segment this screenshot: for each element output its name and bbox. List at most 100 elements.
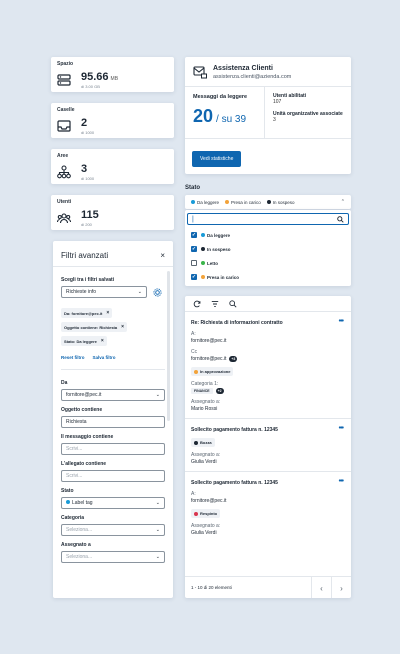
assigned-value: Giulia Verdi bbox=[191, 459, 217, 465]
stat-title: Aree bbox=[57, 153, 69, 159]
pagination: 1 - 10 di 20 elementi ‹ › bbox=[185, 576, 351, 598]
more-options-icon[interactable]: ••• bbox=[339, 318, 344, 325]
attachment-label: L'allegato contiene bbox=[61, 461, 107, 467]
view-stats-button[interactable]: Vedi statistiche bbox=[192, 151, 242, 167]
cc-label: Cc bbox=[191, 349, 198, 355]
scrollbar[interactable] bbox=[167, 271, 170, 421]
status-dot bbox=[201, 261, 205, 265]
next-page-button[interactable]: › bbox=[331, 577, 351, 598]
more-options-icon[interactable]: ••• bbox=[339, 478, 344, 485]
status-option[interactable]: ✓ In sospeso bbox=[185, 242, 351, 256]
status-badge: Respinto bbox=[191, 509, 221, 518]
status-search-input[interactable]: | bbox=[187, 213, 349, 225]
pagination-info: 1 - 10 di 20 elementi bbox=[191, 585, 232, 590]
assigned-label: Assegnato a: bbox=[191, 399, 221, 405]
gear-icon[interactable] bbox=[153, 287, 162, 297]
chevron-up-icon[interactable]: ⌃ bbox=[341, 199, 345, 205]
org-units-label: Unità organizzative associate bbox=[273, 111, 343, 117]
to-value: fornitore@pec.it bbox=[191, 338, 227, 344]
unread-label: Messaggi da leggere bbox=[193, 94, 248, 100]
filter-tag: Oggetto contiene: Richiesta × bbox=[61, 322, 128, 332]
state-select[interactable]: Label tag ⌄ bbox=[61, 497, 165, 509]
status-option[interactable]: Letto bbox=[185, 256, 351, 270]
mail-item[interactable]: Sollecito pagamento fattura n. 12345 •••… bbox=[185, 472, 351, 542]
advanced-filters-panel: Filtri avanzati × Scegli tra i filtri sa… bbox=[53, 241, 173, 598]
category-label: Categoria 1: bbox=[191, 381, 219, 387]
status-dot bbox=[225, 200, 230, 204]
cc-value: fornitore@pec.it bbox=[191, 356, 227, 362]
status-multiselect[interactable]: Da leggere Presa in carico In sospeso ⌃ bbox=[185, 195, 351, 209]
assigned-label: Assegnato a: bbox=[191, 523, 221, 529]
category-tag: FINANCE bbox=[191, 388, 213, 394]
users-icon bbox=[57, 213, 71, 224]
search-icon bbox=[337, 215, 344, 223]
more-options-icon[interactable]: ••• bbox=[339, 425, 344, 432]
status-dot bbox=[194, 369, 198, 374]
close-icon[interactable]: × bbox=[121, 324, 124, 330]
refresh-icon[interactable] bbox=[193, 300, 201, 308]
status-dot bbox=[194, 511, 198, 516]
close-icon[interactable]: × bbox=[101, 338, 104, 344]
mail-item[interactable]: Sollecito pagamento fattura n. 12345 •••… bbox=[185, 419, 351, 472]
checkbox[interactable]: ✓ bbox=[191, 232, 197, 238]
stat-card-users: Utenti 115 di 200 bbox=[51, 195, 174, 230]
message-input[interactable]: Scrivi... bbox=[61, 443, 165, 455]
stat-value: 2 bbox=[81, 117, 88, 129]
filter-tag: Da: fornitore@pec.it × bbox=[61, 308, 113, 318]
prev-page-button[interactable]: ‹ bbox=[311, 577, 331, 598]
chevron-down-icon: ⌄ bbox=[137, 289, 142, 295]
stat-card-mailboxes: Caselle 2 di 1000 bbox=[51, 103, 174, 138]
assigned-select[interactable]: Seleziona... ⌄ bbox=[61, 551, 165, 563]
reset-filter-link[interactable]: Reset filtro bbox=[61, 355, 85, 360]
mail-item[interactable]: Re: Richiesta di informazioni contratto … bbox=[185, 312, 351, 419]
status-chip: In sospeso bbox=[266, 200, 295, 205]
mailbox-name: Assistenza Clienti bbox=[213, 65, 273, 72]
status-badge: Bozza bbox=[191, 438, 215, 447]
status-option[interactable]: ✓ Da leggere bbox=[185, 228, 351, 242]
status-dot bbox=[201, 247, 205, 251]
mailbox-lock-icon bbox=[193, 66, 207, 79]
mail-list-panel: Re: Richiesta di informazioni contratto … bbox=[185, 296, 351, 598]
to-value: fornitore@pec.it bbox=[191, 498, 227, 504]
enabled-users-value: 107 bbox=[273, 99, 282, 105]
stat-value: 95.66 bbox=[81, 71, 109, 83]
status-dropdown: | ✓ Da leggere ✓ In sospeso Letto ✓ Presa i… bbox=[185, 210, 351, 286]
stat-card-space: Spazio 95.66 MB di 3.00 GB bbox=[51, 57, 174, 92]
stat-sub: di 200 bbox=[81, 222, 92, 227]
stat-title: Utenti bbox=[57, 199, 72, 205]
filter-icon[interactable] bbox=[211, 300, 219, 308]
status-option[interactable]: ✓ Presa in carico bbox=[185, 270, 351, 284]
stat-title: Spazio bbox=[57, 61, 74, 67]
close-icon[interactable]: × bbox=[106, 310, 109, 316]
chevron-down-icon: ⌄ bbox=[155, 500, 160, 506]
stat-value: 3 bbox=[81, 163, 88, 175]
close-icon[interactable]: × bbox=[160, 251, 165, 260]
filters-title: Filtri avanzati bbox=[61, 251, 109, 260]
checkbox[interactable]: ✓ bbox=[191, 274, 197, 280]
from-select[interactable]: fornitore@pec.it ⌄ bbox=[61, 389, 165, 401]
subject-input[interactable]: Richiesta bbox=[61, 416, 165, 428]
stat-unit: MB bbox=[110, 76, 119, 82]
checkbox[interactable]: ✓ bbox=[191, 246, 197, 252]
category-label: Categoria bbox=[61, 515, 85, 521]
chevron-down-icon: ⌄ bbox=[155, 527, 160, 533]
state-label: Stato bbox=[61, 488, 74, 494]
chevron-down-icon: ⌄ bbox=[155, 554, 160, 560]
search-icon[interactable] bbox=[229, 299, 237, 308]
checkbox[interactable] bbox=[191, 260, 197, 266]
status-dot bbox=[194, 440, 198, 445]
save-filter-link[interactable]: Salva filtro bbox=[92, 355, 115, 360]
assigned-label: Assegnato a: bbox=[191, 452, 221, 458]
storage-icon bbox=[57, 74, 71, 86]
status-dot bbox=[201, 233, 205, 237]
category-select[interactable]: Seleziona... ⌄ bbox=[61, 524, 165, 536]
status-dot bbox=[191, 200, 195, 204]
to-label: A: bbox=[191, 491, 196, 497]
attachment-input[interactable]: Scrivi... bbox=[61, 470, 165, 482]
mail-subject: Re: Richiesta di informazioni contratto bbox=[191, 320, 283, 326]
status-label: Stato bbox=[185, 185, 200, 191]
status-dot bbox=[201, 275, 205, 279]
saved-filters-select[interactable]: Richieste info ⌄ bbox=[61, 286, 147, 298]
inbox-icon bbox=[57, 120, 71, 132]
stat-sub: di 1000 bbox=[81, 176, 95, 181]
